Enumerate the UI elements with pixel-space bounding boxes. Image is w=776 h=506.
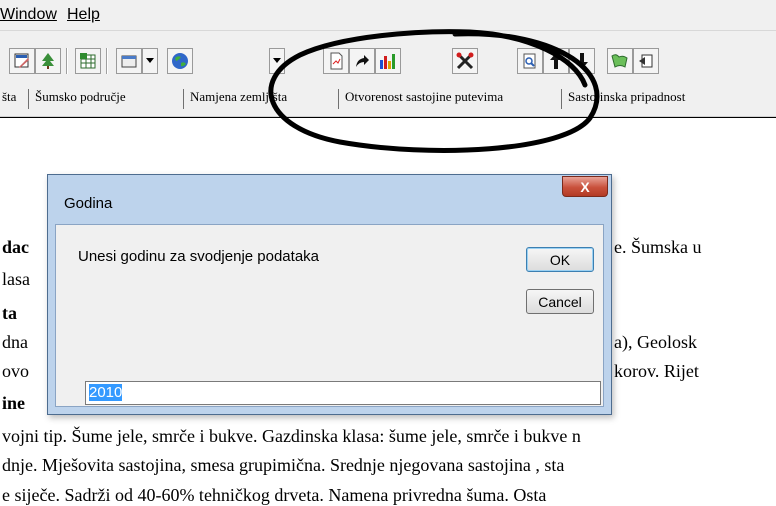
tab-sta[interactable]: šta [2, 89, 16, 111]
arrow-up-icon[interactable] [543, 48, 569, 74]
spreadsheet-icon[interactable] [75, 48, 101, 74]
doc-line-4-left: dna [2, 332, 28, 352]
godina-dialog: Godina X Unesi godinu za svodjenje podat… [47, 174, 612, 415]
chevron-down-icon[interactable] [269, 48, 285, 74]
doc-line-5-right: korov. Rijet [614, 361, 699, 381]
year-input[interactable]: 2010 [85, 381, 601, 405]
redo-arrow-icon[interactable] [349, 48, 375, 74]
doc-line-9: e siječe. Sadrži od 40-60% tehničkog drv… [2, 485, 547, 505]
doc-line-8: dnje. Mješovita sastojina, smesa grupimi… [2, 455, 565, 475]
search-doc-icon[interactable] [517, 48, 543, 74]
close-button[interactable]: X [562, 176, 608, 197]
toolbar-separator [66, 48, 68, 74]
doc-line-1-right: e. Šumska u [614, 237, 702, 257]
menu-window[interactable]: Window [0, 6, 57, 24]
toolbar-separator [106, 48, 108, 74]
map-icon[interactable] [607, 48, 633, 74]
globe-icon[interactable] [167, 48, 193, 74]
doc-line-5-left: ovo [2, 361, 29, 381]
window-icon[interactable] [116, 48, 142, 74]
dialog-title: Godina [64, 195, 113, 212]
cancel-button[interactable]: Cancel [526, 289, 594, 314]
doc-line-4-right: a), Geolosk [614, 332, 697, 352]
doc-line-1-left: dac [2, 237, 29, 257]
doc-line-2: lasa [2, 269, 30, 289]
menu-help[interactable]: Help [67, 6, 100, 24]
tab-sastojinska-pripadnost[interactable]: Sastojinska pripadnost [568, 89, 685, 111]
menu-bar: Window Help [0, 0, 776, 31]
bar-chart-icon[interactable] [375, 48, 401, 74]
tools-icon[interactable] [452, 48, 478, 74]
report-icon[interactable] [323, 48, 349, 74]
document-edit-icon[interactable] [9, 48, 35, 74]
tab-separator [183, 89, 184, 109]
doc-line-7: vojni tip. Šume jele, smrče i bukve. Gaz… [2, 426, 581, 446]
dialog-prompt: Unesi godinu za svodjenje podataka [78, 248, 320, 265]
tab-sumsko-podrucje[interactable]: Šumsko područje [35, 89, 126, 111]
tab-separator [338, 89, 339, 109]
chevron-down-icon[interactable] [142, 48, 158, 74]
tree-icon[interactable] [35, 48, 61, 74]
tab-separator [561, 89, 562, 109]
exit-icon[interactable] [633, 48, 659, 74]
doc-line-6: ine [2, 393, 26, 413]
close-icon: X [580, 178, 590, 195]
tab-strip: šta Šumsko područje Namjena zemljišta Ot… [0, 80, 776, 117]
dialog-body: Unesi godinu za svodjenje podataka OK Ca… [55, 224, 604, 407]
tab-otvorenost[interactable]: Otvorenost sastojine putevima [345, 89, 503, 111]
ok-button[interactable]: OK [526, 247, 594, 272]
tab-separator [28, 89, 29, 109]
arrow-down-icon[interactable] [569, 48, 595, 74]
tab-namjena-zemljista[interactable]: Namjena zemljišta [190, 89, 287, 111]
doc-line-3: ta [2, 303, 17, 323]
toolbar [0, 31, 776, 81]
year-input-value: 2010 [89, 384, 123, 401]
